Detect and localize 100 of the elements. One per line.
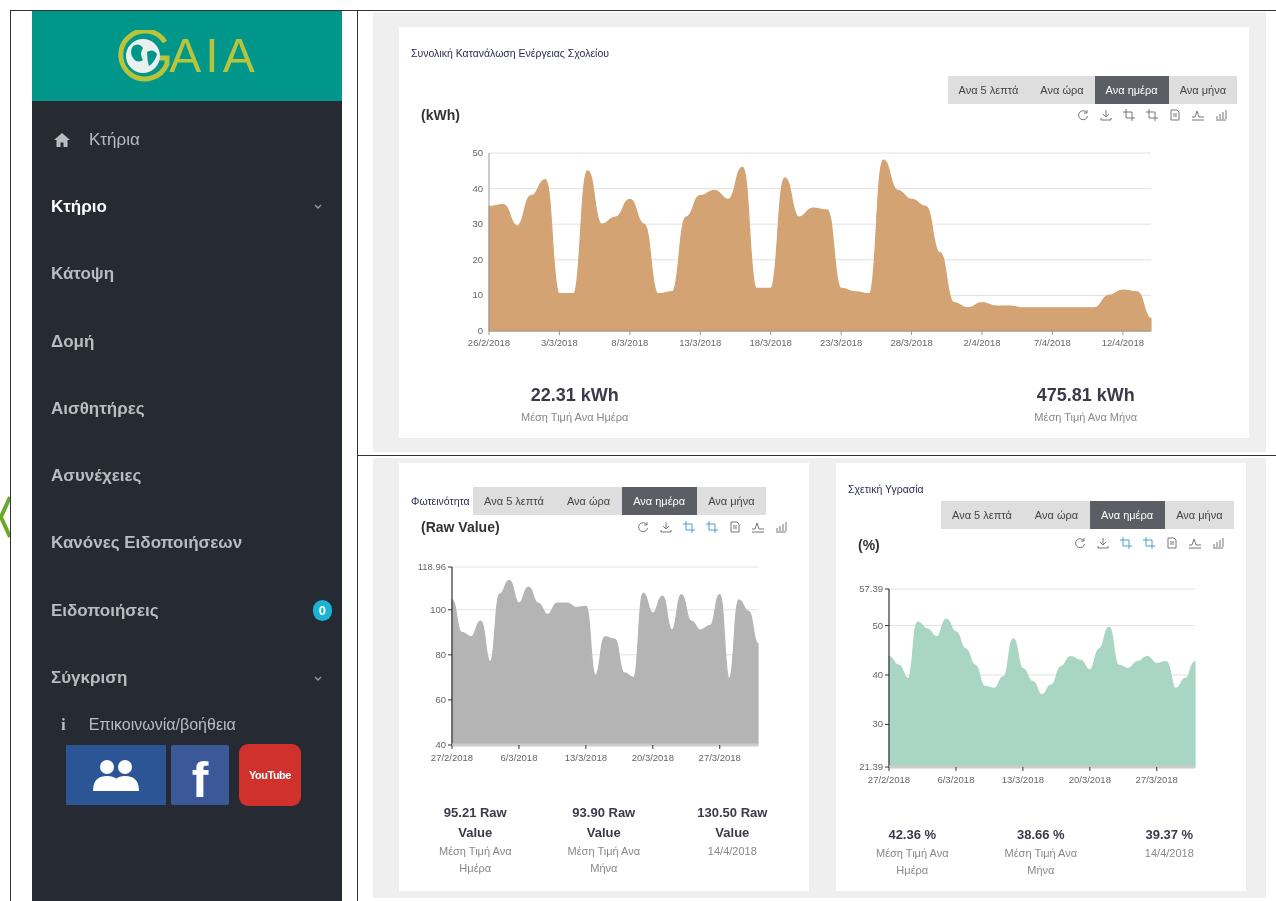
period-tab[interactable]: Ανα μήνα	[696, 487, 767, 515]
stat-caption: Μέση Τιμή Ανα Μήνα	[566, 844, 642, 876]
period-tab[interactable]: Ανα ημέρα	[621, 487, 697, 515]
x-tick-label: 3/3/2018	[540, 337, 578, 348]
stat-caption: 14/4/2018	[707, 844, 757, 859]
x-tick-label: 20/3/2018	[1068, 774, 1111, 785]
y-tick-label: 40	[472, 182, 483, 194]
stat-caption: 14/4/2018	[1144, 846, 1194, 861]
chart-title: Συνολική Κατανάλωση Ενέργειας Σχολείου	[411, 47, 610, 59]
x-tick-label: 12/4/2018	[1101, 337, 1144, 348]
stat-value: 39.37 %	[1145, 826, 1194, 844]
nav-item[interactable]: Κανόνες Ειδοποιήσεων	[32, 509, 342, 578]
x-tick-label: 28/3/2018	[890, 337, 933, 348]
y-tick-label: 118.96	[417, 561, 446, 572]
document-icon[interactable]	[1169, 109, 1181, 121]
bars-icon[interactable]	[1215, 109, 1227, 121]
y-tick-label: 57.39	[859, 583, 883, 594]
stat-value: 42.36 %	[888, 826, 937, 844]
crop-icon[interactable]	[1120, 537, 1132, 549]
x-tick-label: 27/3/2018	[698, 752, 741, 763]
bars-icon[interactable]	[775, 521, 787, 533]
crop-icon[interactable]	[1143, 537, 1155, 549]
y-tick-label: 40	[435, 739, 446, 750]
refresh-icon[interactable]	[637, 521, 649, 533]
stat-caption: Μέση Τιμή Ανα Ημέρα	[521, 410, 629, 425]
help-link[interactable]: i Επικοινωνία/βοήθεια	[32, 714, 342, 735]
x-tick-label: 18/3/2018	[749, 337, 792, 348]
y-tick-label: 40	[872, 668, 883, 680]
y-tick-label: 80	[435, 648, 446, 660]
period-tab[interactable]: Ανα 5 λεπτά	[947, 76, 1030, 104]
y-axis: 0 10 20 30 40 50	[472, 147, 490, 336]
nav-item[interactable]: Δομή	[32, 307, 342, 376]
period-tab[interactable]: Ανα ώρα	[555, 487, 622, 515]
document-icon[interactable]	[729, 521, 741, 533]
crop-icon[interactable]	[706, 521, 718, 533]
stat-caption: Μέση Τιμή Ανα Ημέρα	[438, 844, 513, 876]
stat-value: 22.31 kWh	[530, 384, 619, 407]
bars-icon[interactable]	[1212, 537, 1224, 549]
period-tab[interactable]: Ανα 5 λεπτά	[472, 487, 556, 515]
period-tab[interactable]: Ανα μήνα	[1164, 501, 1234, 529]
y-axis: 40 60 80 100 118.96	[417, 561, 453, 750]
line-icon[interactable]	[752, 521, 764, 533]
nav-item[interactable]: Αισθητήρες	[32, 375, 342, 443]
period-tab[interactable]: Ανα 5 λεπτά	[940, 501, 1024, 529]
count-badge: 0	[312, 600, 332, 622]
chart-title: Φωτεινότητα	[411, 495, 470, 507]
crop-icon[interactable]	[683, 521, 695, 533]
period-tab[interactable]: Ανα ώρα	[1029, 76, 1095, 104]
x-tick-label: 8/3/2018	[611, 337, 649, 348]
download-icon[interactable]	[660, 521, 672, 533]
period-tab[interactable]: Ανα ημέρα	[1089, 501, 1165, 529]
y-tick-label: 100	[430, 603, 446, 615]
x-tick-label: 7/4/2018	[1033, 337, 1071, 348]
x-tick-label: 23/3/2018	[819, 337, 863, 348]
people-icon	[90, 757, 142, 792]
y-tick-label: 21.39	[859, 761, 883, 772]
download-icon[interactable]	[1097, 537, 1109, 549]
nav-item[interactable]: Κάτοψη	[32, 240, 342, 308]
crop-icon[interactable]	[1123, 109, 1135, 121]
y-tick-label: 0	[477, 325, 483, 336]
y-tick-label: 50	[472, 147, 483, 158]
nav-item[interactable]: Σύγκριση	[32, 644, 342, 712]
refresh-icon[interactable]	[1077, 109, 1089, 121]
unit-label: (kWh)	[421, 107, 460, 123]
line-icon[interactable]	[1189, 537, 1201, 549]
community-button[interactable]	[66, 744, 166, 805]
x-tick-label: 6/3/2018	[500, 752, 538, 763]
y-tick-label: 30	[872, 718, 883, 730]
x-tick-label: 13/3/2018	[679, 337, 722, 348]
y-axis: 21.39 30 40 50 57.39	[859, 583, 890, 772]
x-tick-label: 27/2/2018	[430, 752, 474, 763]
y-tick-label: 10	[472, 289, 483, 301]
stat-value: 475.81 kWh	[1036, 384, 1135, 407]
nav-item[interactable]: Κτήριο	[32, 173, 342, 241]
period-tab[interactable]: Ανα ημέρα	[1094, 76, 1169, 104]
home-icon	[54, 132, 70, 147]
facebook-button[interactable]: f	[171, 744, 229, 805]
unit-label: (%)	[858, 537, 880, 553]
nav-item[interactable]: Ασυνέχειες	[32, 442, 342, 510]
x-tick-label: 2/4/2018	[963, 337, 1001, 348]
crop-icon[interactable]	[1146, 109, 1158, 121]
x-tick-label: 13/3/2018	[564, 752, 608, 763]
refresh-icon[interactable]	[1074, 537, 1086, 549]
youtube-button[interactable]: YouTube	[239, 743, 301, 806]
stat-value: 38.66 %	[1016, 826, 1065, 844]
logo-text: AIA	[169, 32, 259, 80]
document-icon[interactable]	[1166, 537, 1178, 549]
stat-caption: Μέση Τιμή Ανα Ημέρα	[875, 846, 950, 878]
period-tab[interactable]: Ανα μήνα	[1168, 76, 1237, 104]
period-tab[interactable]: Ανα ώρα	[1023, 501, 1090, 529]
download-icon[interactable]	[1100, 109, 1112, 121]
y-tick-label: 20	[472, 253, 483, 265]
nav-item[interactable]: Ειδοποιήσεις 0	[32, 577, 342, 645]
line-icon[interactable]	[1192, 109, 1204, 121]
stat-value: 130.50 Raw Value	[696, 804, 769, 842]
nav-item[interactable]: Κτήρια	[32, 106, 342, 174]
x-tick-label: 26/2/2018	[467, 337, 511, 348]
stat-caption: Μέση Τιμή Ανα Μήνα	[1003, 846, 1079, 878]
x-tick-label: 6/3/2018	[937, 774, 975, 785]
stat-value: 93.90 Raw Value	[571, 804, 637, 842]
